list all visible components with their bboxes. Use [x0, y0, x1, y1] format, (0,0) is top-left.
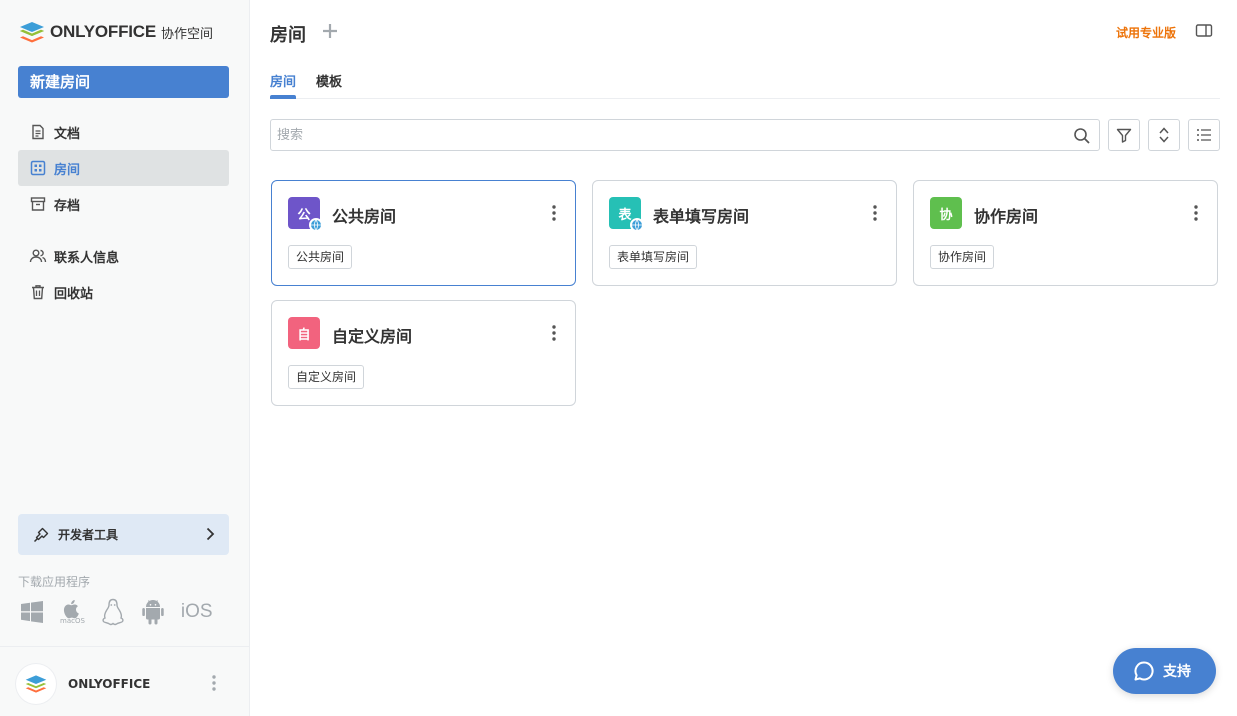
sidebar-item-label: 回收站: [54, 286, 94, 302]
macos-icon[interactable]: macOS: [60, 599, 85, 625]
sort-button[interactable]: [1148, 119, 1180, 151]
macos-label: macOS: [60, 617, 85, 625]
sidebar-item-label: 存档: [54, 198, 81, 214]
sort-icon: [1159, 127, 1169, 143]
globe-icon: [309, 218, 323, 232]
download-apps-list: macOS iOS: [20, 598, 229, 626]
page-title: 房间: [270, 25, 306, 46]
sidebar-item-documents[interactable]: 文档: [18, 114, 229, 150]
room-tag[interactable]: 自定义房间: [288, 365, 365, 389]
room-card-public[interactable]: 公 公共房间 公共房间: [271, 180, 576, 286]
sidebar-item-label: 房间: [54, 162, 81, 178]
room-name: 表单填写房间: [653, 207, 750, 226]
sidebar-item-archive[interactable]: 存档: [18, 186, 229, 222]
room-tag[interactable]: 公共房间: [288, 245, 353, 269]
ios-link[interactable]: iOS: [181, 601, 213, 623]
brand-name: ONLYOFFICE: [50, 22, 156, 41]
sidebar-item-trash[interactable]: 回收站: [18, 274, 229, 310]
search-icon[interactable]: [1073, 127, 1091, 145]
more-vertical-icon[interactable]: [872, 205, 878, 221]
rooms-grid-icon: [28, 158, 48, 178]
onlyoffice-avatar-icon: [25, 675, 47, 693]
room-logo: 自: [288, 317, 320, 349]
add-icon[interactable]: [320, 21, 340, 41]
onlyoffice-logo-icon: [20, 22, 44, 43]
support-button[interactable]: 支持: [1113, 648, 1216, 694]
info-panel-toggle-icon[interactable]: [1195, 23, 1213, 39]
developer-tools-icon: [33, 527, 49, 542]
room-card-form-filling[interactable]: 表 表单填写房间 表单填写房间: [592, 180, 897, 286]
room-card-collaboration[interactable]: 协 协作房间 协作房间: [913, 180, 1218, 286]
more-vertical-icon[interactable]: [551, 325, 557, 341]
archive-icon: [28, 194, 48, 214]
room-name: 公共房间: [332, 207, 397, 226]
app-root: ONLYOFFICE 协作空间 新建房间 文档 房间 存档 联系人信息 回收站 …: [0, 0, 1237, 716]
sidebar-item-contacts[interactable]: 联系人信息: [18, 238, 229, 274]
brand-subtitle: 协作空间: [161, 26, 214, 42]
search-input[interactable]: [271, 120, 1061, 150]
room-tag[interactable]: 表单填写房间: [609, 245, 698, 269]
download-apps-label: 下载应用程序: [18, 575, 91, 589]
more-vertical-icon[interactable]: [551, 205, 557, 221]
room-name: 自定义房间: [332, 327, 413, 346]
filter-button[interactable]: [1108, 119, 1140, 151]
document-icon: [28, 122, 48, 142]
sidebar-item-label: 文档: [54, 126, 81, 142]
developer-tools-button[interactable]: 开发者工具: [18, 514, 229, 555]
sidebar: ONLYOFFICE 协作空间 新建房间 文档 房间 存档 联系人信息 回收站 …: [0, 0, 250, 716]
tab-templates[interactable]: 模板: [316, 71, 342, 99]
try-pro-link[interactable]: 试用专业版: [1116, 24, 1176, 41]
chat-bubble-icon: [1134, 661, 1154, 681]
sidebar-item-label: 联系人信息: [54, 250, 120, 266]
profile-section: ONLYOFFICE: [0, 646, 249, 716]
profile-name: ONLYOFFICE: [68, 677, 151, 691]
globe-icon: [630, 218, 644, 232]
developer-tools-label: 开发者工具: [58, 528, 119, 542]
android-icon[interactable]: [141, 599, 165, 625]
room-card-custom[interactable]: 自 自定义房间 自定义房间: [271, 300, 576, 406]
more-vertical-icon[interactable]: [208, 674, 220, 692]
search-box: [270, 119, 1100, 151]
tab-rooms[interactable]: 房间: [270, 71, 297, 99]
room-tag[interactable]: 协作房间: [930, 245, 995, 269]
room-name: 协作房间: [974, 207, 1039, 226]
new-room-button[interactable]: 新建房间: [18, 66, 229, 98]
linux-icon[interactable]: [101, 598, 125, 626]
trash-icon: [28, 282, 48, 302]
room-logo: 协: [930, 197, 962, 229]
view-toggle-button[interactable]: [1188, 119, 1220, 151]
tabs-bar: 房间 模板: [270, 71, 1220, 99]
logo[interactable]: ONLYOFFICE 协作空间: [18, 18, 213, 46]
support-label: 支持: [1163, 664, 1191, 680]
contacts-icon: [28, 246, 48, 266]
chevron-right-icon: [206, 527, 215, 541]
windows-icon[interactable]: [20, 600, 44, 624]
list-view-icon: [1197, 129, 1211, 141]
sidebar-item-rooms[interactable]: 房间: [18, 150, 229, 186]
filter-icon: [1116, 128, 1132, 143]
ios-label: iOS: [180, 601, 213, 622]
more-vertical-icon[interactable]: [1193, 205, 1199, 221]
avatar[interactable]: [16, 664, 56, 704]
